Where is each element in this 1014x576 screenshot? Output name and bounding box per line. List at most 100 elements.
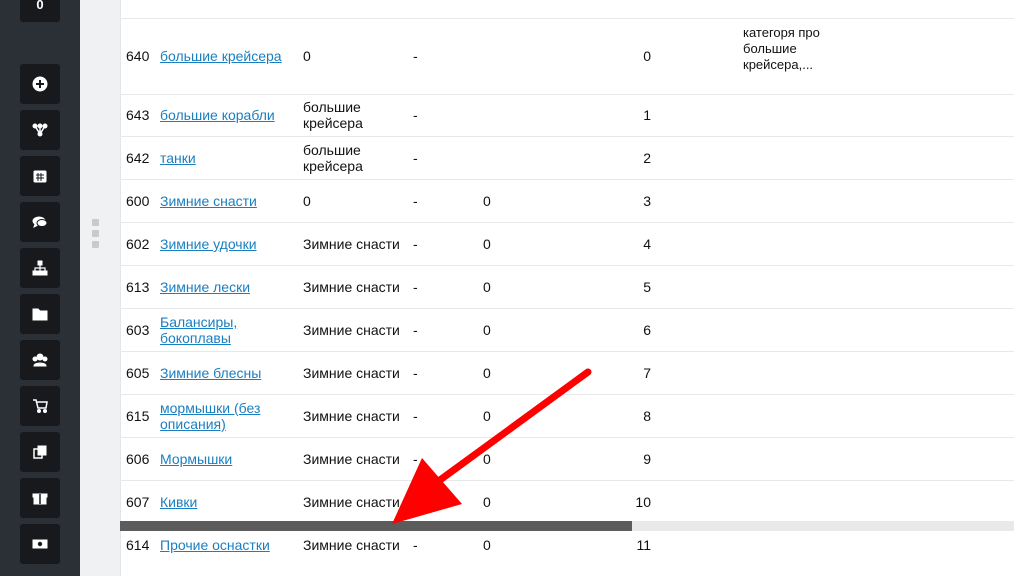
plus-circle-icon [32, 76, 48, 92]
money-button[interactable] [20, 524, 60, 564]
category-link[interactable]: большие крейсера [160, 48, 295, 64]
table-header-stub [120, 0, 1014, 18]
hierarchy-button[interactable] [20, 248, 60, 288]
row-order: 8 [643, 408, 651, 424]
copy-button[interactable] [20, 432, 60, 472]
row-order: 6 [643, 322, 651, 338]
drag-handle-dot[interactable] [92, 230, 99, 237]
parent-category: 0 [303, 48, 311, 64]
row-count: 0 [483, 537, 491, 553]
users-icon [32, 353, 48, 367]
category-link[interactable]: мормышки (без описания) [160, 400, 295, 432]
row-order: 2 [643, 150, 651, 166]
row-dash: - [413, 150, 418, 166]
parent-category: Зимние снасти [303, 365, 400, 381]
row-dash: - [413, 537, 418, 553]
parent-category: Зимние снасти [303, 451, 400, 467]
folder-button[interactable] [20, 294, 60, 334]
row-id: 643 [126, 107, 150, 123]
row-dash: - [413, 494, 418, 510]
row-order: 0 [643, 48, 651, 64]
row-order: 1 [643, 107, 651, 123]
row-id: 614 [126, 537, 150, 553]
sidebar: 0 [0, 0, 80, 576]
parent-category: Зимние снасти [303, 236, 400, 252]
parent-category: Зимние снасти [303, 408, 400, 424]
drag-handle-dot[interactable] [92, 219, 99, 226]
category-link[interactable]: Прочие оснастки [160, 537, 295, 553]
row-id: 603 [126, 322, 150, 338]
row-dash: - [413, 365, 418, 381]
calendar-button[interactable] [20, 156, 60, 196]
category-link[interactable]: Балансиры, бокоплавы [160, 314, 295, 346]
structure-button[interactable] [20, 110, 60, 150]
row-count: 0 [483, 408, 491, 424]
table-row: 606 Мормышки Зимние снасти - 0 9 [120, 437, 1014, 481]
parent-category: Зимние снасти [303, 494, 400, 510]
row-id: 606 [126, 451, 150, 467]
category-link[interactable]: Мормышки [160, 451, 295, 467]
folder-icon [32, 308, 48, 321]
scrollbar-thumb[interactable] [120, 521, 632, 531]
cart-icon [33, 399, 48, 413]
row-id: 613 [126, 279, 150, 295]
category-link[interactable]: Зимние лески [160, 279, 295, 295]
table-row: 607 Кивки Зимние снасти - 0 10 [120, 480, 1014, 522]
row-dash: - [413, 193, 418, 209]
calendar-icon [33, 170, 47, 183]
drag-handle-dot[interactable] [92, 241, 99, 248]
row-description: категоря про большие крейсера,... [743, 25, 820, 72]
row-id: 642 [126, 150, 150, 166]
table-row: 603 Балансиры, бокоплавы Зимние снасти -… [120, 308, 1014, 352]
categories-table: 640 большие крейсера 0 - 0 категоря про … [120, 0, 1014, 576]
copy-icon [33, 445, 47, 459]
row-count: 0 [483, 279, 491, 295]
table-row: 613 Зимние лески Зимние снасти - 0 5 [120, 265, 1014, 309]
row-count: 0 [483, 451, 491, 467]
category-link[interactable]: танки [160, 150, 295, 166]
table-row: 602 Зимние удочки Зимние снасти - 0 4 [120, 222, 1014, 266]
table-row: 642 танки большие крейсера - 2 [120, 136, 1014, 180]
resize-gutter [80, 0, 121, 576]
row-count: 0 [483, 365, 491, 381]
row-count: 0 [483, 236, 491, 252]
row-id: 602 [126, 236, 150, 252]
row-order: 3 [643, 193, 651, 209]
row-order: 5 [643, 279, 651, 295]
row-id: 607 [126, 494, 150, 510]
notification-badge[interactable]: 0 [20, 0, 60, 22]
category-link[interactable]: Кивки [160, 494, 295, 510]
gift-icon [32, 493, 48, 505]
gift-button[interactable] [20, 478, 60, 518]
category-link[interactable]: большие корабли [160, 107, 295, 123]
horizontal-scrollbar[interactable] [120, 521, 1014, 531]
row-dash: - [413, 408, 418, 424]
row-id: 600 [126, 193, 150, 209]
row-order: 9 [643, 451, 651, 467]
table-row: 643 большие корабли большие крейсера - 1 [120, 94, 1014, 137]
parent-category: Зимние снасти [303, 279, 400, 295]
row-count: 0 [483, 494, 491, 510]
sitemap-icon [32, 123, 48, 137]
cart-button[interactable] [20, 386, 60, 426]
row-order: 10 [635, 494, 651, 510]
row-id: 605 [126, 365, 150, 381]
table-row: 640 большие крейсера 0 - 0 категоря про … [120, 18, 1014, 95]
row-count: 0 [483, 322, 491, 338]
users-button[interactable] [20, 340, 60, 380]
parent-category: большие крейсера [303, 99, 363, 131]
row-order: 7 [643, 365, 651, 381]
category-link[interactable]: Зимние снасти [160, 193, 295, 209]
table-row: 600 Зимние снасти 0 - 0 3 [120, 179, 1014, 223]
row-dash: - [413, 48, 418, 64]
row-dash: - [413, 279, 418, 295]
table-row: 615 мормышки (без описания) Зимние снаст… [120, 394, 1014, 438]
category-link[interactable]: Зимние удочки [160, 236, 295, 252]
add-button[interactable] [20, 64, 60, 104]
row-dash: - [413, 236, 418, 252]
row-id: 615 [126, 408, 150, 424]
comments-button[interactable] [20, 202, 60, 242]
row-dash: - [413, 322, 418, 338]
parent-category: большие крейсера [303, 142, 363, 174]
category-link[interactable]: Зимние блесны [160, 365, 295, 381]
